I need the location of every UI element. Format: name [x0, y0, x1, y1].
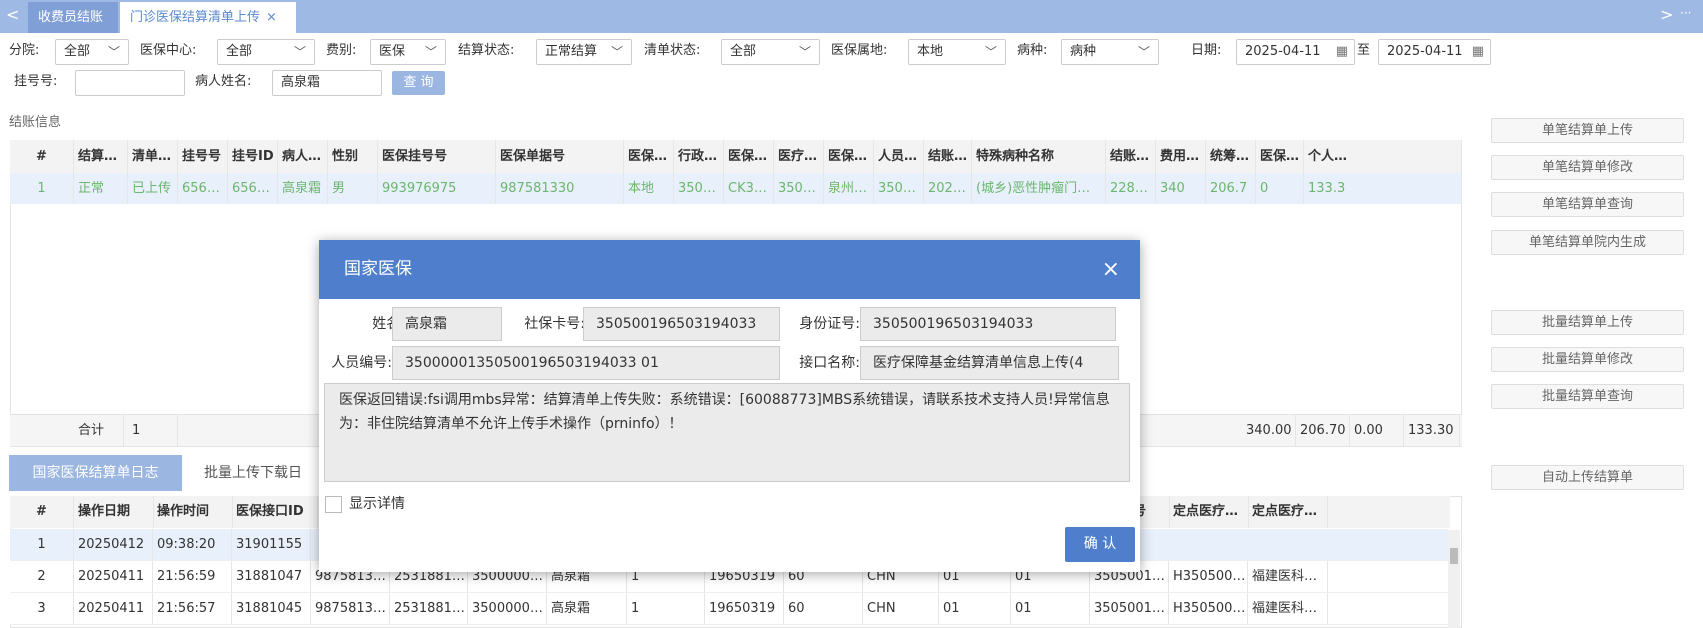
error-message: 医保返回错误:fsi调用mbs异常：结算清单上传失败：系统错误：[6008877… — [339, 392, 1110, 432]
card-label: 社保卡号: — [524, 316, 585, 332]
national-insurance-dialog: 国家医保 × 姓名: 高泉霜 社保卡号: 350500196503194033 身… — [319, 240, 1140, 572]
close-icon[interactable]: × — [1102, 240, 1120, 299]
field-value: 350500196503194033 — [873, 316, 1034, 332]
dialog-title: 国家医保 — [344, 259, 412, 279]
error-message-box[interactable]: 医保返回错误:fsi调用mbs异常：结算清单上传失败：系统错误：[6008877… — [324, 383, 1130, 482]
dialog-header: 国家医保 × — [319, 240, 1140, 299]
show-detail-label: 显示详情 — [349, 496, 405, 512]
id-label: 身份证号: — [799, 316, 860, 332]
field-value: 医疗保障基金结算清单信息上传(4 — [873, 355, 1084, 371]
field-value: 350500196503194033 — [596, 316, 757, 332]
id-field: 350500196503194033 — [860, 307, 1116, 341]
interface-field: 医疗保障基金结算清单信息上传(4 — [860, 346, 1119, 380]
field-value: 高泉霜 — [405, 316, 447, 332]
interface-label: 接口名称: — [799, 355, 860, 371]
show-detail-checkbox[interactable] — [325, 496, 342, 513]
field-value: 35000001350500196503194033 01 — [405, 355, 659, 371]
person-no-label: 人员编号: — [331, 355, 392, 371]
name-field: 高泉霜 — [392, 307, 502, 341]
card-field: 350500196503194033 — [583, 307, 780, 341]
person-no-field: 35000001350500196503194033 01 — [392, 346, 780, 380]
confirm-button[interactable]: 确 认 — [1065, 527, 1135, 562]
